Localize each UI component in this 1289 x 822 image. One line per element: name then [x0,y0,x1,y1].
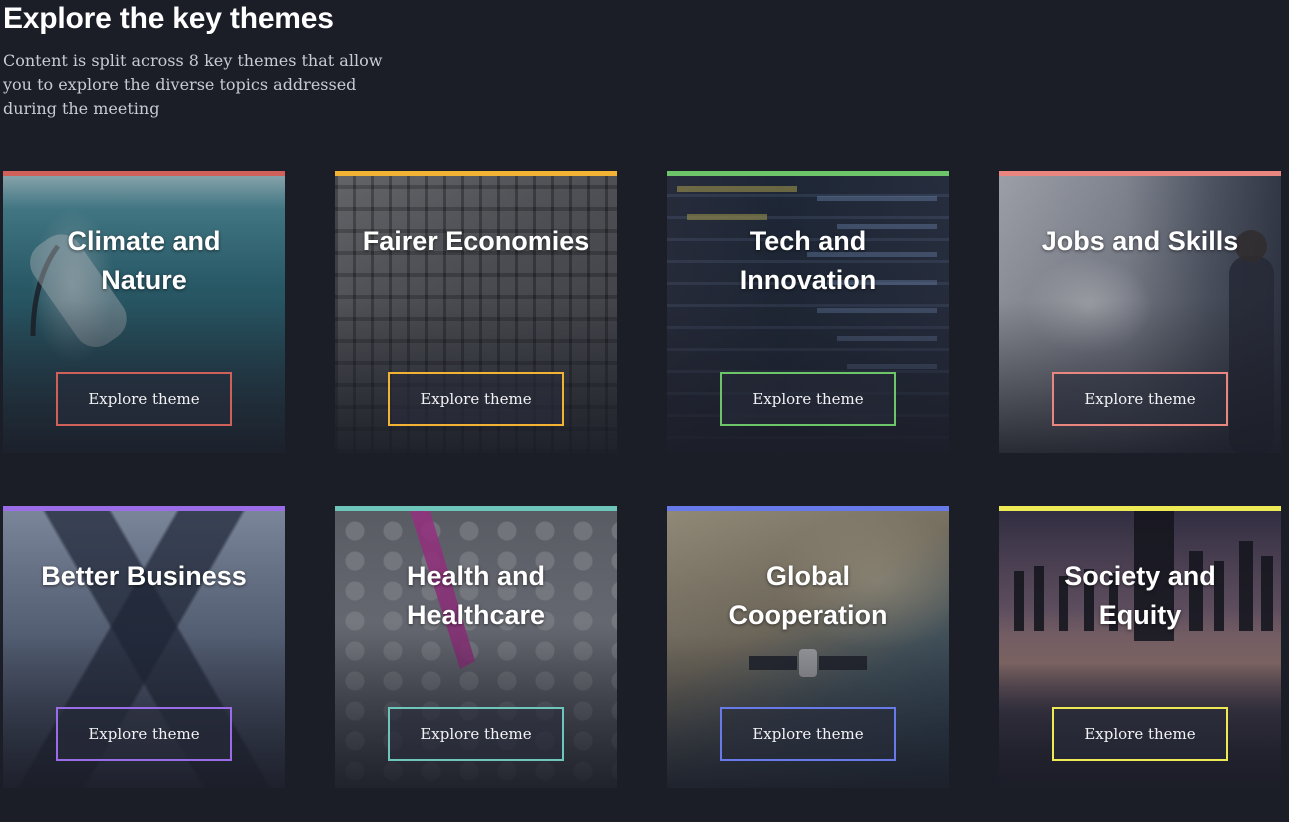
explore-theme-button[interactable]: Explore theme [56,372,232,426]
theme-title: Climate and Nature [67,226,221,295]
theme-card-global-cooperation[interactable]: Global Cooperation Explore theme [667,506,949,788]
explore-theme-button[interactable]: Explore theme [720,372,896,426]
themes-page: Explore the key themes Content is split … [0,0,1289,822]
theme-title: Society and Equity [1064,561,1216,630]
theme-title: Tech and Innovation [739,226,877,295]
theme-title: Health and Healthcare [406,561,546,630]
section-heading: Explore the key themes [3,2,334,35]
theme-title: Global Cooperation [728,561,888,630]
explore-theme-button[interactable]: Explore theme [388,707,564,761]
theme-card-fairer-economies[interactable]: Fairer Economies Explore theme [335,171,617,453]
theme-card-jobs-and-skills[interactable]: Jobs and Skills Explore theme [999,171,1281,453]
theme-card-health-and-healthcare[interactable]: Health and Healthcare Explore theme [335,506,617,788]
theme-title: Fairer Economies [362,226,590,256]
explore-theme-button[interactable]: Explore theme [1052,372,1228,426]
explore-theme-button[interactable]: Explore theme [56,707,232,761]
theme-title: Better Business [41,561,247,591]
explore-theme-button[interactable]: Explore theme [720,707,896,761]
theme-card-better-business[interactable]: Better Business Explore theme [3,506,285,788]
theme-card-climate-and-nature[interactable]: Climate and Nature Explore theme [3,171,285,453]
theme-title: Jobs and Skills [1041,226,1239,256]
theme-card-tech-and-innovation[interactable]: Tech and Innovation Explore theme [667,171,949,453]
theme-card-society-and-equity[interactable]: Society and Equity Explore theme [999,506,1281,788]
explore-theme-button[interactable]: Explore theme [1052,707,1228,761]
section-intro: Content is split across 8 key themes tha… [3,51,383,118]
explore-theme-button[interactable]: Explore theme [388,372,564,426]
themes-grid: Climate and Nature Explore theme Fairer … [3,171,1283,788]
